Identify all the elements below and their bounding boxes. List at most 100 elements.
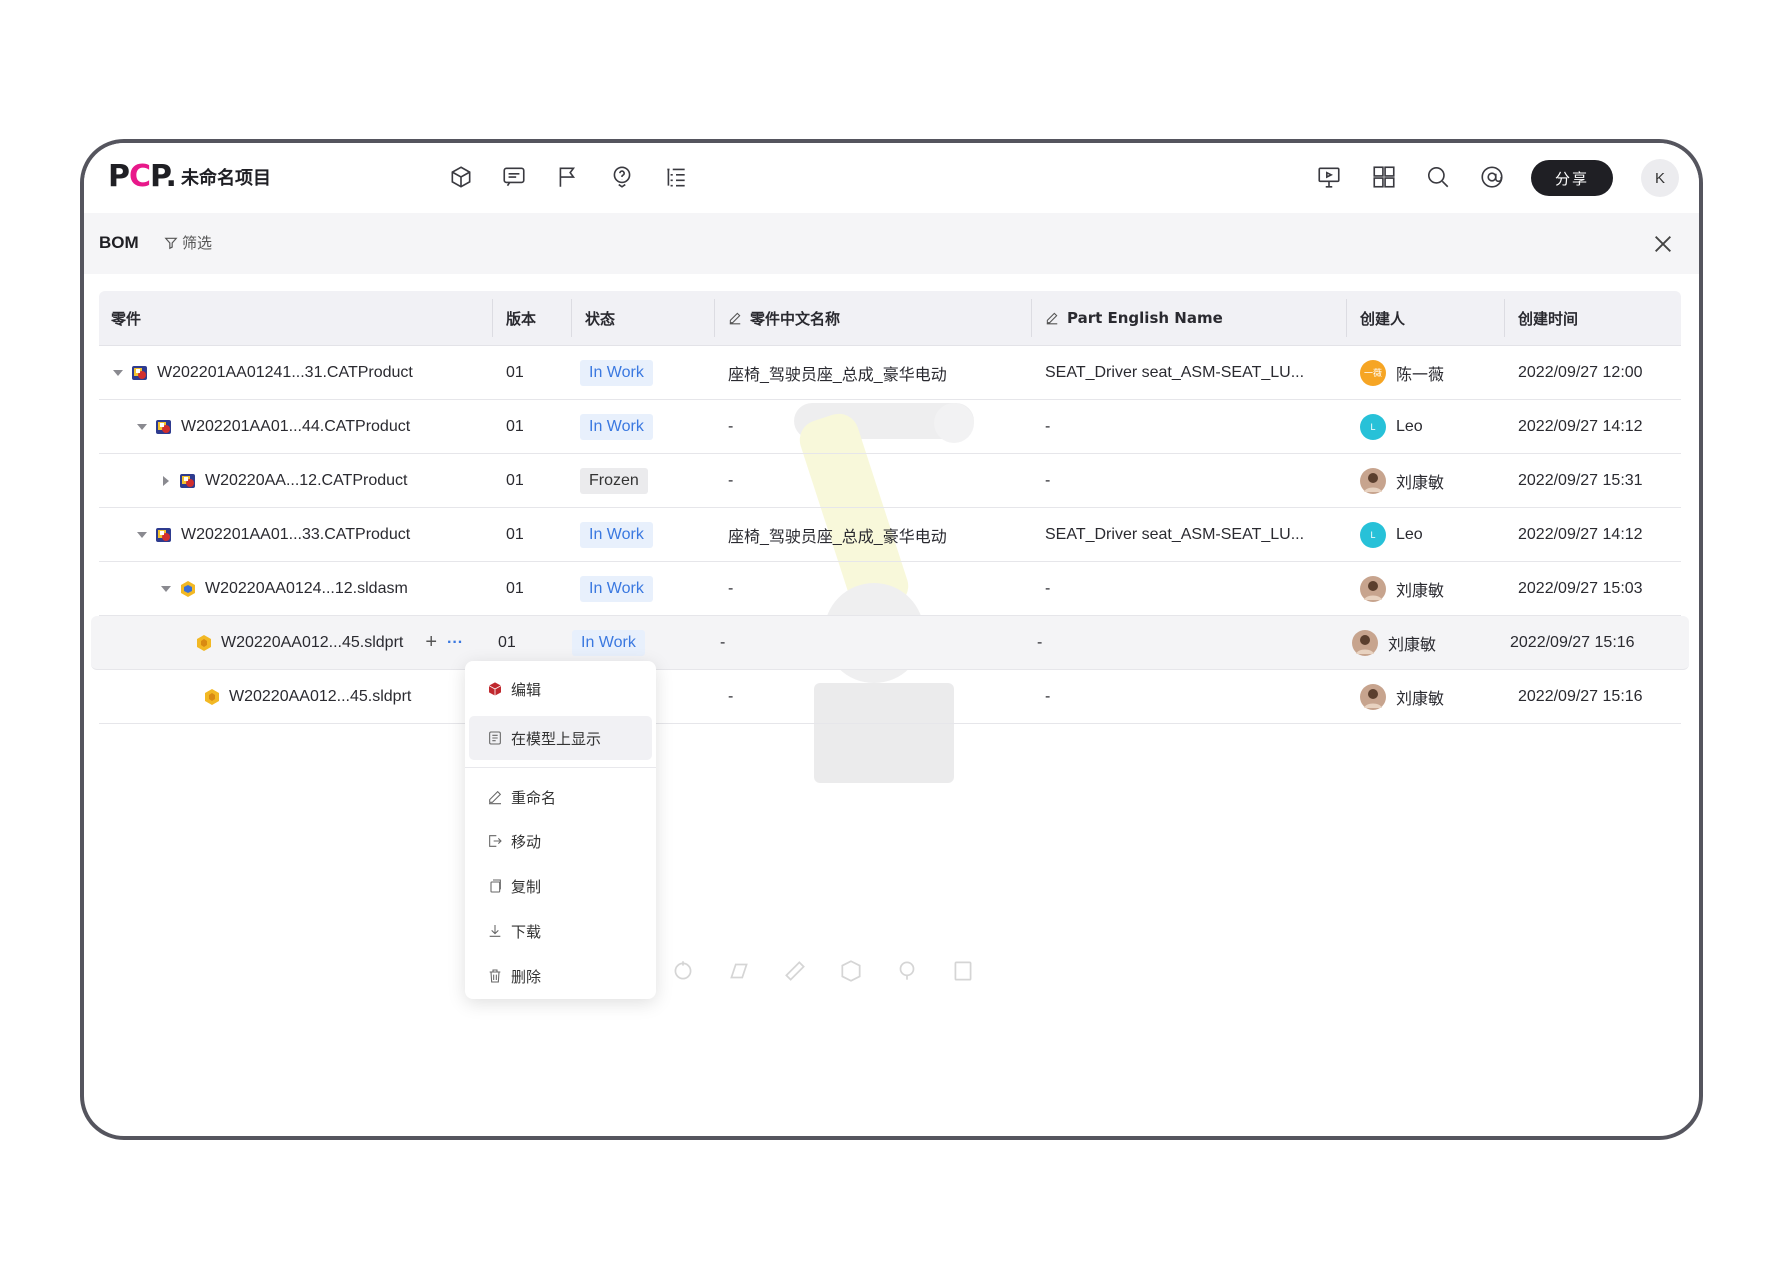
table-row[interactable]: W202201AA01241...31.CATProduct 01 In Work 座…	[99, 346, 1681, 400]
top-bar: PCP. 未命名项目 分享 K	[84, 143, 1699, 213]
avatar	[1360, 575, 1386, 602]
part-cell: W20220AA0124...12.sldasm	[159, 562, 408, 615]
menu-item-delete[interactable]: 删除	[469, 954, 652, 998]
close-icon[interactable]	[1652, 233, 1674, 255]
caret-down-icon[interactable]	[135, 528, 149, 542]
comment-icon[interactable]	[500, 163, 528, 191]
grid-icon[interactable]	[1370, 163, 1398, 191]
ruler-icon[interactable]	[782, 958, 808, 984]
col-cn-name[interactable]: 零件中文名称	[714, 291, 840, 345]
status-cell: Frozen	[580, 454, 648, 507]
cn-name-cell[interactable]: 座椅_驾驶员座_总成_豪华电动	[728, 346, 947, 399]
doc-icon[interactable]	[950, 958, 976, 984]
en-name-cell[interactable]: -	[1045, 454, 1050, 507]
caret-right-icon[interactable]	[159, 474, 173, 488]
download-icon	[489, 925, 501, 937]
part-name[interactable]: W20220AA012...45.sldprt	[221, 634, 403, 652]
col-creator[interactable]: 创建人	[1346, 291, 1405, 345]
share-button[interactable]: 分享	[1531, 160, 1613, 196]
en-name-cell[interactable]: -	[1045, 562, 1050, 615]
menu-item-download[interactable]: 下载	[469, 909, 652, 953]
cn-name-cell[interactable]: -	[720, 616, 725, 669]
part-name[interactable]: W202201AA01...33.CATProduct	[181, 526, 410, 544]
filter-button[interactable]: 筛选	[164, 233, 212, 253]
cn-name-cell[interactable]: -	[728, 562, 733, 615]
caret-spacer	[183, 690, 197, 704]
bottom-toolbar	[670, 958, 976, 984]
more-options-button[interactable]: ···	[447, 634, 463, 652]
caret-down-icon[interactable]	[111, 366, 125, 380]
part-name[interactable]: W202201AA01...44.CATProduct	[181, 418, 410, 436]
table-header: 零件 版本 状态 零件中文名称 Part English Name 创建人 创建…	[99, 291, 1681, 346]
flag-icon[interactable]	[554, 163, 582, 191]
en-name-cell[interactable]: -	[1045, 400, 1050, 453]
avatar: 一薇	[1360, 359, 1386, 386]
box-icon[interactable]	[838, 958, 864, 984]
catproduct-icon	[156, 419, 171, 434]
bom-title: BOM	[99, 233, 139, 252]
cn-name-cell[interactable]: -	[728, 400, 733, 453]
presentation-icon[interactable]	[1315, 163, 1343, 191]
caret-down-icon[interactable]	[135, 420, 149, 434]
catproduct-icon	[180, 473, 195, 488]
app-logo[interactable]: PCP.	[108, 162, 177, 192]
part-name[interactable]: W20220AA0124...12.sldasm	[205, 580, 408, 598]
en-name-cell[interactable]: -	[1037, 616, 1042, 669]
version-cell: 01	[506, 417, 524, 435]
caret-spacer	[175, 636, 189, 650]
cn-name-cell[interactable]: 座椅_驾驶员座_总成_豪华电动	[728, 508, 947, 561]
cn-name-cell[interactable]: -	[728, 454, 733, 507]
col-status[interactable]: 状态	[571, 291, 615, 345]
creator-name: Leo	[1396, 417, 1423, 435]
col-part[interactable]: 零件	[111, 291, 141, 345]
menu-item-rename[interactable]: 重命名	[469, 775, 652, 819]
table-row[interactable]: W20220AA0124...12.sldasm 01 In Work - - 刘康敏 20…	[99, 562, 1681, 616]
list-icon[interactable]	[662, 163, 690, 191]
part-cell: W20220AA012...45.sldprt	[183, 670, 411, 723]
menu-item-copy[interactable]: 复制	[469, 864, 652, 908]
en-name-cell[interactable]: -	[1045, 670, 1050, 723]
version-cell: 01	[506, 471, 524, 489]
table-row[interactable]: W20220AA...12.CATProduct 01 Frozen - - 刘康敏 202…	[99, 454, 1681, 508]
menu-item-move[interactable]: 移动	[469, 819, 652, 863]
user-avatar[interactable]: K	[1641, 159, 1679, 197]
menu-item-edit[interactable]: 编辑	[469, 667, 652, 711]
menu-divider	[465, 767, 656, 768]
table-row[interactable]: W202201AA01...44.CATProduct 01 In Work - - L L…	[99, 400, 1681, 454]
avatar	[1360, 467, 1386, 494]
part-name[interactable]: W20220AA...12.CATProduct	[205, 472, 407, 490]
col-created[interactable]: 创建时间	[1504, 291, 1578, 345]
menu-item-show-in-model[interactable]: 在模型上显示	[469, 716, 652, 760]
help-icon[interactable]	[608, 163, 636, 191]
table-row[interactable]: W20220AA012...45.sldprt - - 刘康敏 2022/09/27 1…	[99, 670, 1681, 724]
creator-cell: L Leo	[1360, 400, 1423, 453]
creator-cell: 刘康敏	[1360, 670, 1444, 723]
bom-table: 零件 版本 状态 零件中文名称 Part English Name 创建人 创建…	[91, 291, 1689, 724]
part-name[interactable]: W202201AA01241...31.CATProduct	[157, 364, 413, 382]
creator-name: Leo	[1396, 525, 1423, 543]
status-cell: In Work	[580, 400, 653, 453]
status-badge: In Work	[580, 521, 653, 548]
search-icon[interactable]	[1424, 163, 1452, 191]
col-version[interactable]: 版本	[492, 291, 536, 345]
rotate-icon[interactable]	[670, 958, 696, 984]
col-en-name[interactable]: Part English Name	[1031, 291, 1223, 345]
add-child-button[interactable]: +	[425, 631, 437, 654]
table-row[interactable]: W202201AA01...33.CATProduct 01 In Work 座椅_驾…	[99, 508, 1681, 562]
filter-label: 筛选	[182, 234, 213, 252]
hint-icon[interactable]	[894, 958, 920, 984]
pencil-icon	[729, 312, 741, 325]
en-name-cell[interactable]: SEAT_Driver seat_ASM-SEAT_LU...	[1045, 508, 1304, 561]
plane-icon[interactable]	[726, 958, 752, 984]
created-cell: 2022/09/27 14:12	[1518, 525, 1643, 543]
cube-icon[interactable]	[447, 163, 475, 191]
at-icon[interactable]	[1478, 163, 1506, 191]
part-name[interactable]: W20220AA012...45.sldprt	[229, 688, 411, 706]
version-cell: 01	[506, 579, 524, 597]
table-row[interactable]: W20220AA012...45.sldprt + ··· 01 In Work - - 刘康…	[91, 616, 1689, 670]
cn-name-cell[interactable]: -	[728, 670, 733, 723]
caret-down-icon[interactable]	[159, 582, 173, 596]
bom-panel-header: BOM 筛选	[84, 213, 1699, 274]
en-name-cell[interactable]: SEAT_Driver seat_ASM-SEAT_LU...	[1045, 346, 1304, 399]
project-title[interactable]: 未命名项目	[181, 168, 271, 190]
